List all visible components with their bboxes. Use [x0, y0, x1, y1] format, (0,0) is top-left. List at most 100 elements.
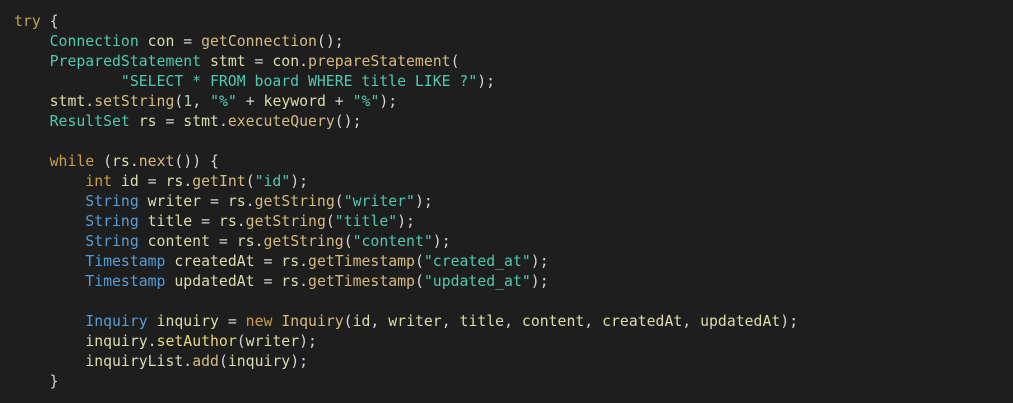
code-token: getString [263, 233, 344, 250]
code-token: (); [316, 33, 344, 50]
code-token: "%" [210, 93, 237, 110]
code-token: ( [245, 173, 255, 190]
code-line[interactable]: "SELECT * FROM board WHERE title LIKE ?"… [14, 72, 1013, 92]
code-token: rs [165, 173, 184, 190]
code-token: (); [334, 113, 362, 130]
code-token: ( [414, 253, 424, 270]
code-line[interactable]: while (rs.next()) { [14, 152, 1013, 172]
code-line[interactable] [14, 132, 1013, 152]
code-token: ( [325, 213, 335, 230]
code-token: "%" [352, 93, 380, 110]
code-token: = [192, 213, 219, 230]
code-token: ); [530, 253, 549, 270]
code-token: keyword [263, 93, 326, 110]
code-token: rs [281, 273, 300, 290]
code-token: writer [245, 333, 300, 350]
code-token: ResultSet [49, 113, 130, 130]
code-token: ); [397, 213, 415, 230]
code-line[interactable]: try { [14, 12, 1013, 32]
code-line[interactable]: PreparedStatement stmt = con.prepareStat… [14, 52, 1013, 72]
code-line[interactable]: String writer = rs.getString("writer"); [14, 192, 1013, 212]
code-token: . [129, 153, 139, 170]
code-token: getConnection [201, 33, 317, 50]
code-token: . [299, 53, 309, 70]
code-token: content [138, 233, 211, 250]
code-token: . [254, 233, 264, 250]
code-token: prepareStatement [308, 53, 451, 70]
code-token: . [236, 213, 246, 230]
code-line[interactable]: Timestamp updatedAt = rs.getTimestamp("u… [14, 272, 1013, 292]
code-token: Connection [49, 33, 139, 50]
code-token: . [147, 333, 157, 350]
code-token: ); [379, 93, 398, 110]
code-token: , [584, 313, 603, 330]
code-token: updatedAt [700, 313, 781, 330]
code-line[interactable]: Connection con = getConnection(); [14, 32, 1013, 52]
code-token: ); [780, 313, 799, 330]
code-token: ); [477, 73, 496, 90]
code-line[interactable]: stmt.setString(1, "%" + keyword + "%"); [14, 92, 1013, 112]
code-token: , [441, 313, 460, 330]
code-token: Timestamp [85, 253, 166, 270]
code-token: "title" [334, 213, 398, 230]
code-token: setAuthor [156, 333, 237, 350]
code-line[interactable]: String content = rs.getString("content")… [14, 232, 1013, 252]
code-token: id [352, 313, 371, 330]
code-token: rs [236, 233, 255, 250]
code-line[interactable]: Inquiry inquiry = new Inquiry(id, writer… [14, 312, 1013, 332]
code-token: id [112, 173, 139, 190]
code-token: rs [112, 153, 130, 170]
code-line[interactable]: int id = rs.getInt("id"); [14, 172, 1013, 192]
code-token: ()) { [174, 153, 219, 170]
code-line[interactable]: } [14, 372, 1013, 392]
code-token: = [138, 173, 166, 190]
code-token: createdAt [165, 253, 255, 270]
code-line[interactable]: Timestamp createdAt = rs.getTimestamp("c… [14, 252, 1013, 272]
code-token: String [85, 213, 139, 230]
code-token: getTimestamp [308, 273, 415, 290]
code-token: next [138, 153, 175, 170]
code-token: = [254, 273, 282, 290]
code-token: con [138, 33, 175, 50]
code-token: = [201, 193, 228, 210]
code-line[interactable]: inquiryList.add(inquiry); [14, 352, 1013, 372]
code-token: int [85, 173, 113, 190]
code-token: getString [245, 213, 326, 230]
code-token: updatedAt [165, 273, 255, 290]
code-token: . [218, 113, 228, 130]
code-token: ); [299, 333, 317, 350]
code-line[interactable] [14, 292, 1013, 312]
code-line[interactable]: ResultSet rs = stmt.executeQuery(); [14, 112, 1013, 132]
code-token: , [504, 313, 522, 330]
code-token: "content" [352, 233, 433, 250]
code-token: ); [290, 353, 309, 370]
code-editor[interactable]: try { Connection con = getConnection(); … [0, 0, 1013, 403]
code-token: "created_at" [423, 253, 531, 270]
code-token: String [85, 193, 139, 210]
code-token: = [254, 253, 282, 270]
code-token: inquiry [85, 333, 148, 350]
code-token: + [236, 93, 264, 110]
code-token: getTimestamp [308, 253, 415, 270]
code-token: "updated_at" [423, 273, 531, 290]
code-token: executeQuery [227, 113, 335, 130]
code-token: ( [236, 333, 246, 350]
code-token: setString [94, 93, 175, 110]
code-line[interactable]: inquiry.setAuthor(writer); [14, 332, 1013, 352]
code-token: content [521, 313, 585, 330]
code-token: . [299, 253, 309, 270]
code-token: add [192, 353, 219, 370]
code-line[interactable]: String title = rs.getString("title"); [14, 212, 1013, 232]
code-token: try [14, 13, 41, 30]
code-token: = [218, 313, 246, 330]
code-token: ( [343, 313, 353, 330]
